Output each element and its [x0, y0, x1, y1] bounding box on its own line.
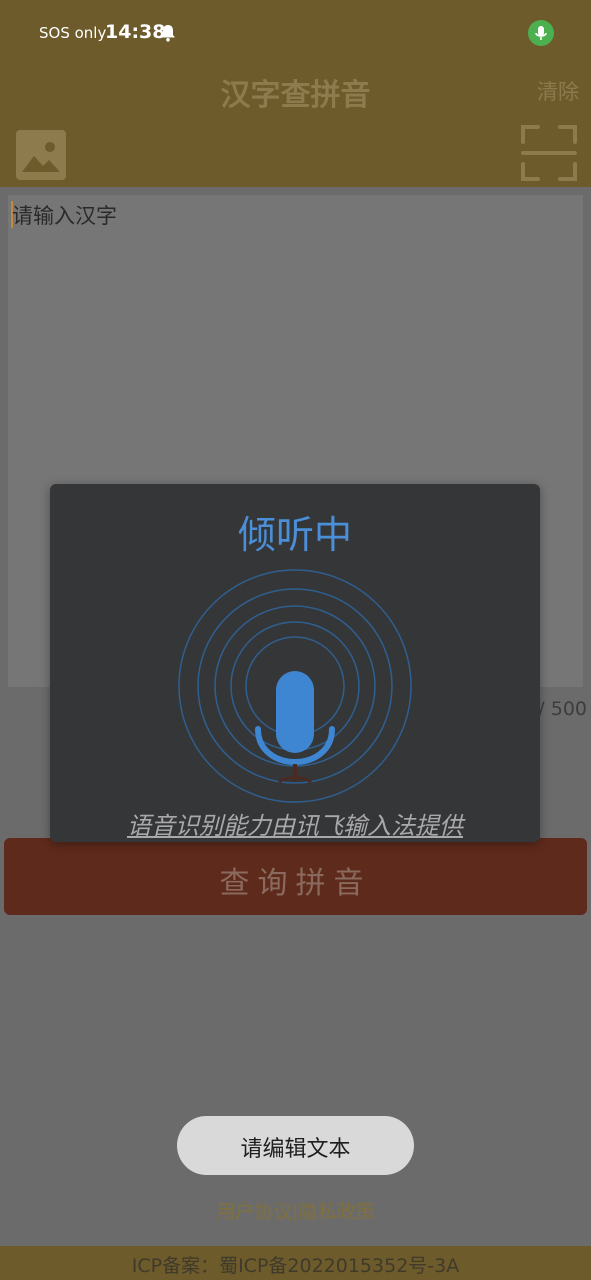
mic-active-indicator — [528, 20, 554, 46]
scan-icon[interactable] — [520, 124, 578, 182]
image-icon[interactable] — [16, 130, 66, 180]
carrier-status: SOS only — [39, 24, 107, 42]
input-placeholder: 请输入汉字 — [12, 204, 117, 228]
query-pinyin-label: 查询拼音 — [219, 866, 372, 901]
footer: ICP备案：蜀ICP备2022015352号-3A — [0, 1246, 591, 1280]
microphone-icon — [535, 26, 547, 40]
bell-icon — [161, 25, 175, 42]
page-title: 汉字查拼音 — [220, 78, 371, 113]
clock: 14:38 — [105, 21, 166, 43]
dialog-title: 倾听中 — [237, 513, 352, 557]
status-bar: SOS only 14:38 — [0, 0, 591, 66]
voice-input-dialog: 倾听中 语音识别能力由讯飞输入法提供 — [50, 484, 540, 842]
microphone-icon[interactable] — [177, 568, 413, 804]
toast: 请编辑文本 — [177, 1116, 414, 1175]
query-pinyin-button[interactable]: 查询拼音 — [4, 838, 587, 915]
speech-recognition-credit-link[interactable]: 语音识别能力由讯飞输入法提供 — [50, 806, 540, 841]
agreement-privacy-links[interactable]: 用户协议|隐私政策 — [0, 1197, 591, 1224]
icp-record: ICP备案：蜀ICP备2022015352号-3A — [131, 1255, 460, 1277]
toast-message: 请编辑文本 — [240, 1137, 351, 1162]
clear-button[interactable]: 清除 — [537, 76, 579, 106]
app-bar: SOS only 14:38 汉字查拼音 清除 — [0, 0, 591, 187]
